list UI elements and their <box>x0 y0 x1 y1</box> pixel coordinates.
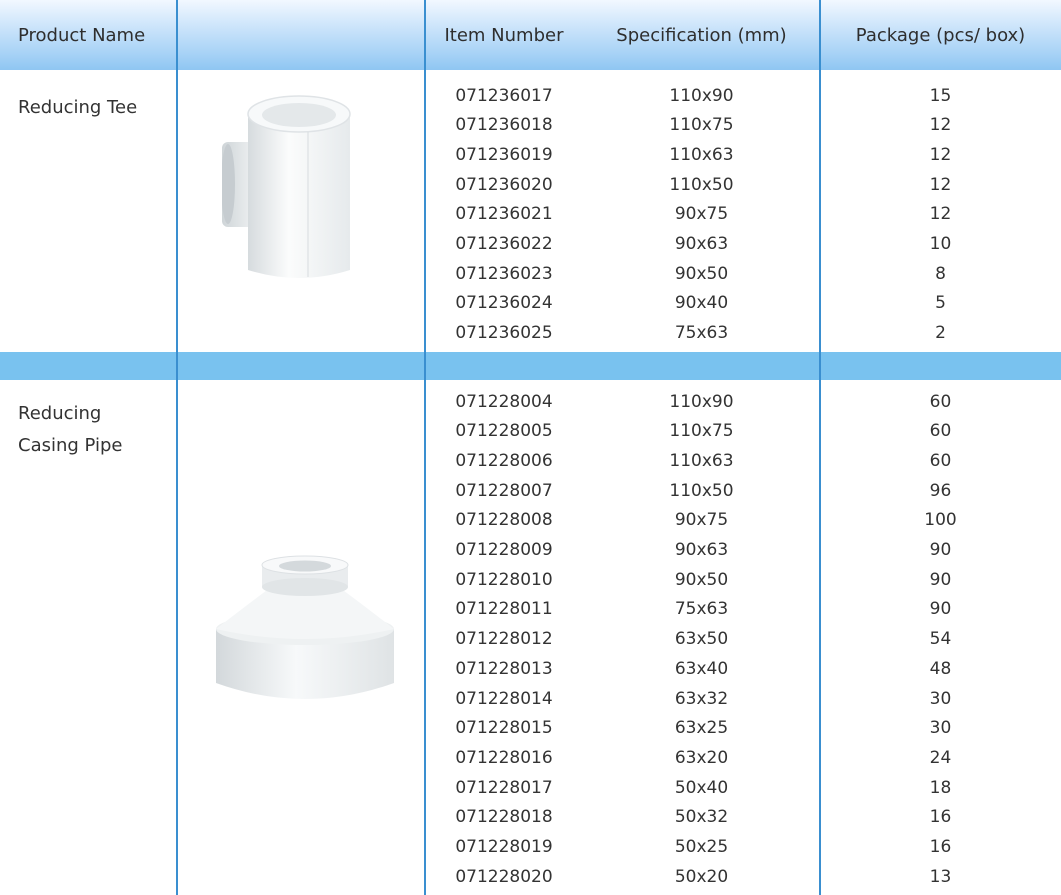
package-cell: 2 <box>935 323 946 344</box>
package-cell: 60 <box>929 391 952 412</box>
package-cell: 54 <box>929 629 952 650</box>
specification-cell: 110x63 <box>669 144 734 165</box>
specification-cell: 110x90 <box>669 391 734 412</box>
specification-cell: 110x50 <box>669 480 734 501</box>
item-number-cell: 071228019 <box>455 837 553 857</box>
specification-cell: 90x75 <box>674 510 729 531</box>
specification-cell: 90x40 <box>674 293 729 314</box>
header-package: Package (pcs/ box) <box>855 24 1026 46</box>
header-item-number: Item Number <box>444 24 564 46</box>
specification-cell: 90x63 <box>674 234 729 254</box>
table-header: Product Name Item Number Specification (… <box>0 0 1061 70</box>
package-cell: 48 <box>929 658 952 679</box>
item-number-cell: 071236019 <box>455 144 553 165</box>
reducing-casing-pipe-image <box>216 555 394 699</box>
specification-cell: 110x75 <box>669 421 734 442</box>
specification-cell: 63x25 <box>674 718 729 739</box>
specification-cell: 63x20 <box>674 747 729 768</box>
specification-cell: 63x32 <box>674 688 729 709</box>
package-cell: 90 <box>929 569 952 590</box>
package-cell: 100 <box>924 510 957 531</box>
package-cell: 30 <box>929 718 952 739</box>
package-cell: 96 <box>929 480 952 501</box>
item-number-cell: 071228009 <box>455 540 553 560</box>
package-cell: 15 <box>929 85 952 106</box>
product-name-line: Casing Pipe <box>18 435 123 456</box>
item-number-cell: 071228005 <box>455 421 553 442</box>
item-number-cell: 071228020 <box>455 866 553 887</box>
package-cell: 12 <box>929 115 952 136</box>
package-cell: 16 <box>929 837 952 857</box>
header-specification: Specification (mm) <box>616 24 787 46</box>
package-cell: 13 <box>929 866 952 887</box>
item-number-cell: 071236023 <box>455 263 553 284</box>
item-number-cell: 071228012 <box>455 629 553 650</box>
item-number-cell: 071228004 <box>455 391 553 412</box>
specification-cell: 90x63 <box>674 540 729 560</box>
item-number-cell: 071228013 <box>455 658 553 679</box>
package-cell: 90 <box>929 599 952 620</box>
package-cell: 30 <box>929 688 952 709</box>
specification-cell: 90x75 <box>674 204 729 225</box>
package-cell: 90 <box>929 540 952 560</box>
item-number-cell: 071236020 <box>455 174 553 195</box>
specification-cell: 75x63 <box>674 323 729 344</box>
header-product-name: Product Name <box>18 24 146 46</box>
specification-cell: 90x50 <box>674 263 729 284</box>
item-number-cell: 071236025 <box>455 323 553 344</box>
specification-cell: 50x32 <box>674 807 729 828</box>
item-number-cell: 071228016 <box>455 747 553 768</box>
item-number-cell: 071228007 <box>455 480 553 501</box>
item-number-cell: 071228006 <box>455 450 553 471</box>
specification-cell: 110x63 <box>669 450 734 471</box>
specification-cell: 50x40 <box>674 777 729 798</box>
package-cell: 60 <box>929 450 952 471</box>
product-name-reducing-tee: Reducing Tee <box>18 92 137 124</box>
specification-cell: 90x50 <box>674 569 729 590</box>
package-cell: 60 <box>929 421 952 442</box>
package-cell: 16 <box>929 807 952 828</box>
specification-cell: 110x90 <box>669 85 734 106</box>
specification-cell: 63x50 <box>674 629 729 650</box>
package-cell: 12 <box>929 174 952 195</box>
item-number-cell: 071228010 <box>455 569 553 590</box>
item-number-cell: 071236022 <box>455 234 553 254</box>
group-separator <box>0 352 1061 380</box>
package-cell: 12 <box>929 204 952 225</box>
specification-cell: 110x75 <box>669 115 734 136</box>
item-number-cell: 071236024 <box>455 293 553 314</box>
product-name-line: Reducing Tee <box>18 97 138 118</box>
specification-cell: 50x25 <box>674 837 729 857</box>
specification-cell: 50x20 <box>674 866 729 887</box>
product-name-line: Reducing <box>18 403 102 424</box>
item-number-cell: 071228011 <box>455 599 553 620</box>
item-number-cell: 071228008 <box>455 510 553 531</box>
item-number-cell: 071228018 <box>455 807 553 828</box>
package-cell: 5 <box>935 293 946 314</box>
package-cell: 18 <box>929 777 952 798</box>
reducing-tee-image <box>222 95 351 278</box>
product-name-reducing-casing-pipe: Reducing Casing Pipe <box>18 398 123 462</box>
package-cell: 10 <box>929 234 952 254</box>
package-cell: 12 <box>929 144 952 165</box>
item-number-cell: 071236021 <box>455 204 553 225</box>
column-divider <box>176 0 178 895</box>
package-cell: 8 <box>935 263 946 284</box>
specification-cell: 110x50 <box>669 174 734 195</box>
item-number-cell: 071228014 <box>455 688 553 709</box>
item-number-cell: 071228017 <box>455 777 553 798</box>
item-number-cell: 071236018 <box>455 115 553 136</box>
specification-cell: 63x40 <box>674 658 729 679</box>
item-number-cell: 071236017 <box>455 85 553 106</box>
specification-cell: 75x63 <box>674 599 729 620</box>
item-number-cell: 071228015 <box>455 718 553 739</box>
package-cell: 24 <box>929 747 952 768</box>
